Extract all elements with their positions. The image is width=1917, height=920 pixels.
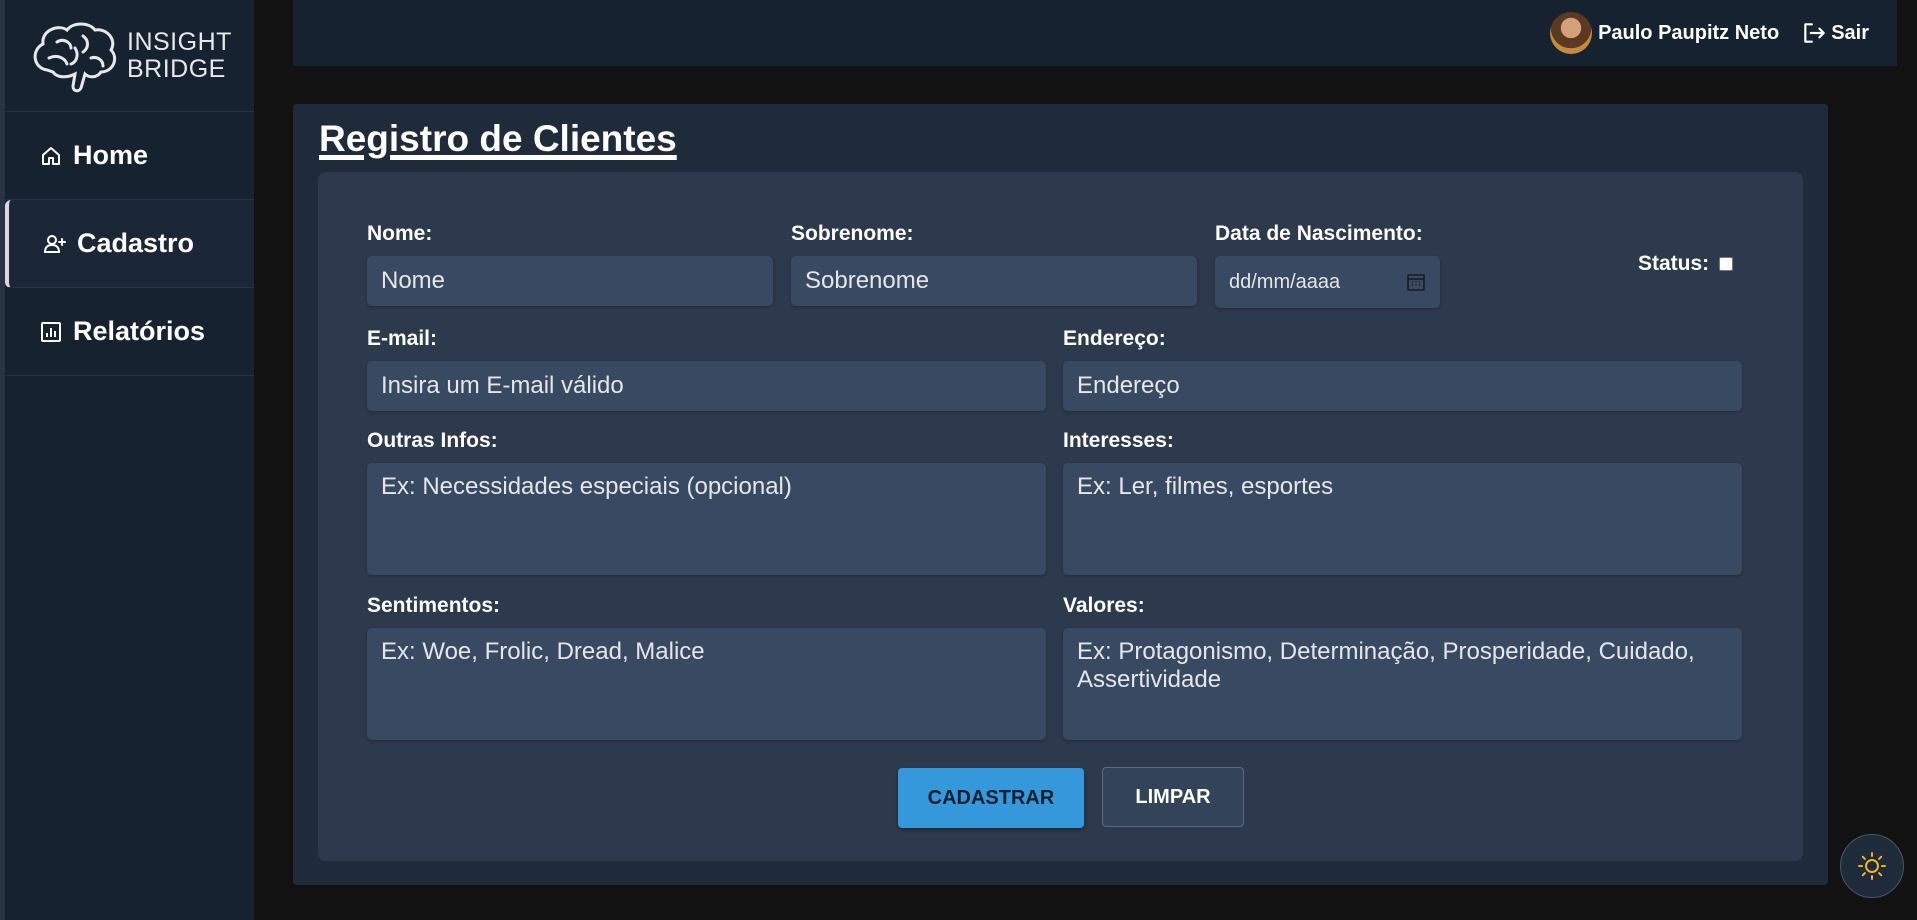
logout-icon [1804,23,1826,43]
email-field-group: E-mail: Insira um E-mail válido [367,327,1046,411]
main-card: Registro de Clientes Nome: Nome Sobrenom… [293,104,1828,885]
sidebar: INSIGHT BRIDGE Home Cadastro Relatórios [0,0,254,920]
status-field-group: Status: [1638,252,1734,276]
endereco-field-group: Endereço: Endereço [1063,327,1742,411]
sidebar-item-label: Cadastro [77,228,195,258]
sobrenome-input[interactable]: Sobrenome [791,256,1197,306]
endereco-label: Endereço: [1063,327,1166,350]
brand-line-2: BRIDGE [127,54,226,83]
interesses-field-group: Interesses: Ex: Ler, filmes, esportes [1063,429,1742,575]
brain-icon [33,22,117,92]
nascimento-field-group: Data de Nascimento: dd/mm/aaaa [1215,222,1475,308]
top-bar: Paulo Paupitz Neto Sair [293,0,1897,66]
client-form: Nome: Nome Sobrenome: Sobrenome Data de … [318,172,1803,861]
sentimentos-label: Sentimentos: [367,594,501,617]
nascimento-label: Data de Nascimento: [1215,222,1423,245]
brand-logo[interactable]: INSIGHT BRIDGE [5,0,254,112]
theme-toggle-button[interactable] [1840,834,1904,898]
logout-button[interactable]: Sair [1801,20,1869,46]
outras-infos-label: Outras Infos: [367,429,498,452]
sidebar-item-label: Home [73,140,149,170]
sidebar-item-relatorios[interactable]: Relatórios [5,288,254,376]
calendar-icon[interactable] [1406,272,1426,292]
valores-field-group: Valores: Ex: Protagonismo, Determinação,… [1063,594,1742,740]
add-user-icon [43,232,67,256]
valores-label: Valores: [1063,594,1145,617]
birthdate-input[interactable]: dd/mm/aaaa [1215,256,1440,308]
nome-label: Nome: [367,222,433,245]
sidebar-item-cadastro[interactable]: Cadastro [5,200,254,288]
sentimentos-field-group: Sentimentos: Ex: Woe, Frolic, Dread, Mal… [367,594,1046,740]
email-input[interactable]: Insira um E-mail válido [367,361,1046,411]
sidebar-item-home[interactable]: Home [5,112,254,200]
home-icon [39,144,63,168]
limpar-button[interactable]: LIMPAR [1102,767,1244,827]
nome-input[interactable]: Nome [367,256,773,306]
brand-name: INSIGHT BRIDGE [127,27,232,83]
endereco-input[interactable]: Endereço [1063,361,1742,411]
nome-field-group: Nome: Nome [367,222,773,306]
outras-infos-textarea[interactable]: Ex: Necessidades especiais (opcional) [367,463,1046,575]
page-title: Registro de Clientes [319,118,677,159]
status-checkbox[interactable] [1719,257,1734,271]
sentimentos-textarea[interactable]: Ex: Woe, Frolic, Dread, Malice [367,628,1046,740]
valores-textarea[interactable]: Ex: Protagonismo, Determinação, Prosperi… [1063,628,1742,740]
avatar[interactable] [1550,12,1593,54]
email-label: E-mail: [367,327,438,350]
sun-icon [1858,852,1886,880]
interesses-label: Interesses: [1063,429,1174,452]
logout-label: Sair [1831,21,1869,44]
sidebar-item-label: Relatórios [73,316,206,346]
sobrenome-field-group: Sobrenome: Sobrenome [791,222,1197,306]
user-name[interactable]: Paulo Paupitz Neto [1598,22,1779,45]
cadastrar-button[interactable]: CADASTRAR [898,768,1084,828]
brand-line-1: INSIGHT [127,27,232,56]
sobrenome-label: Sobrenome: [791,222,914,245]
interesses-textarea[interactable]: Ex: Ler, filmes, esportes [1063,463,1742,575]
birthdate-placeholder: dd/mm/aaaa [1229,270,1341,293]
status-label: Status: [1638,252,1710,275]
bar-chart-icon [39,320,63,344]
outras-infos-field-group: Outras Infos: Ex: Necessidades especiais… [367,429,1046,575]
